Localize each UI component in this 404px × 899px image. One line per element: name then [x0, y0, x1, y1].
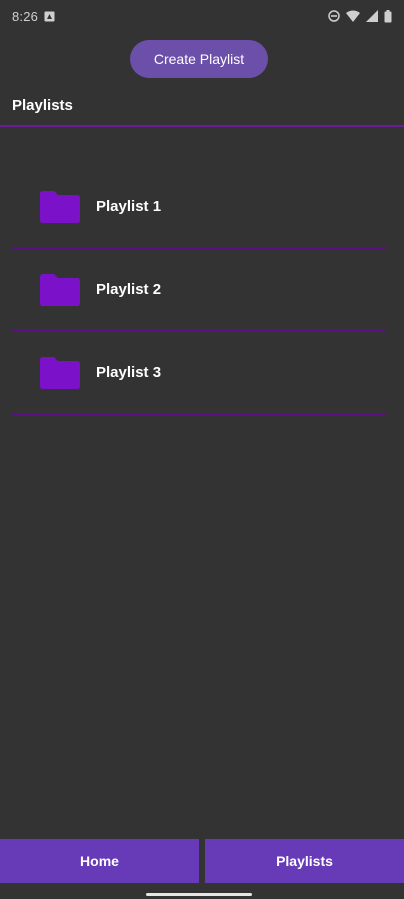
folder-icon	[40, 274, 80, 306]
playlist-name: Playlist 1	[96, 198, 162, 215]
status-time: 8:26	[12, 8, 39, 24]
create-playlist-button[interactable]: Create Playlist	[130, 40, 268, 78]
playlist-list: Playlist 1 Playlist 2 Playlist 3	[12, 166, 386, 415]
wifi-icon	[346, 10, 360, 22]
section-title: Playlists	[12, 97, 73, 114]
playlist-name: Playlist 2	[96, 281, 162, 298]
battery-icon	[384, 9, 392, 23]
app-screen: 8:26 Create Playlist Playlists Playlist …	[0, 0, 404, 899]
playlist-item[interactable]: Playlist 3	[12, 332, 386, 415]
nav-home-button[interactable]: Home	[0, 839, 199, 883]
dnd-icon	[328, 10, 340, 22]
playlist-item[interactable]: Playlist 2	[12, 249, 386, 332]
playlist-item[interactable]: Playlist 1	[12, 166, 386, 249]
playlist-name: Playlist 3	[96, 364, 162, 381]
nav-playlists-button[interactable]: Playlists	[205, 839, 404, 883]
signal-icon	[366, 10, 378, 22]
folder-icon	[40, 191, 80, 223]
status-bar: 8:26	[0, 0, 404, 32]
bottom-nav: Home Playlists	[0, 839, 404, 883]
header-divider	[0, 125, 404, 127]
status-left: 8:26	[12, 9, 55, 24]
home-indicator[interactable]	[146, 893, 252, 896]
status-right	[328, 9, 392, 23]
notification-icon	[44, 11, 55, 22]
folder-icon	[40, 357, 80, 389]
